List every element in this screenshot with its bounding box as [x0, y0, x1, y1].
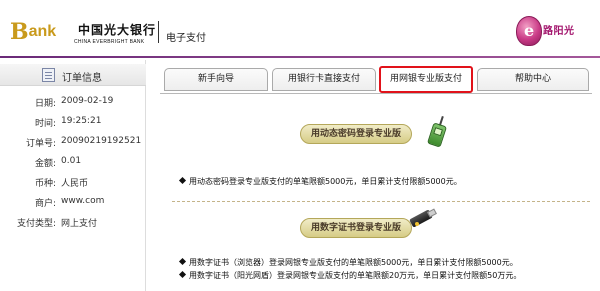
tab-bank-card-direct-pay[interactable]: 用银行卡直接支付 [272, 68, 376, 91]
order-payment-type-row: 支付类型: 网上支付 [0, 212, 146, 232]
order-date-value: 2009-02-19 [61, 96, 114, 106]
digital-certificate-login-label: 用数字证书登录专业版 [300, 218, 412, 238]
brand-text: 路阳光 [543, 26, 575, 37]
bullet-icon [178, 176, 187, 185]
header-divider [158, 21, 159, 43]
bank-logo: Bank [10, 19, 57, 45]
certificate-usbkey-limit-note: 用数字证书（阳光网盾）登录网银专业版支付的单笔限额20万元，单日累计支付限额50… [178, 270, 522, 281]
header-underline [0, 56, 600, 58]
page-header: Bank 中国光大银行 CHINA EVERBRIGHT BANK 电子支付 路… [0, 0, 600, 56]
payment-method-tabs: 新手向导 用银行卡直接支付 用网银专业版支付 帮助中心 [160, 66, 592, 94]
order-date-row: 日期: 2009-02-19 [0, 92, 146, 112]
sunshine-brand-logo: 路阳光 [516, 16, 586, 48]
bullet-icon [178, 270, 187, 279]
order-date-label: 日期: [34, 99, 56, 109]
bank-name-chinese: 中国光大银行 [78, 23, 157, 37]
order-info-header: 订单信息 [0, 64, 146, 86]
dynamic-password-login-label: 用动态密码登录专业版 [300, 124, 412, 144]
tab-ebank-pro-pay[interactable]: 用网银专业版支付 [379, 66, 473, 93]
dynamic-password-limit-note: 用动态密码登录专业版支付的单笔限额5000元，单日累计支付限额5000元。 [178, 176, 462, 187]
order-number-value: 20090219192521 [61, 136, 142, 146]
brand-seal-icon [516, 16, 542, 46]
order-info-title: 订单信息 [62, 73, 102, 84]
page-title: 电子支付 [166, 33, 206, 44]
order-amount-value: 0.01 [61, 156, 82, 166]
certificate-usbkey-limit-text: 用数字证书（阳光网盾）登录网银专业版支付的单笔限额20万元，单日累计支付限额50… [189, 271, 522, 280]
content-divider [172, 201, 590, 202]
order-number-label: 订单号: [25, 139, 56, 149]
order-merchant-label: 商户: [34, 199, 56, 209]
order-currency-row: 币种: 人民币 [0, 172, 146, 192]
order-merchant-value: www.com [61, 196, 105, 206]
order-time-row: 时间: 19:25:21 [0, 112, 146, 132]
bank-logo-ank: ank [28, 23, 57, 40]
bank-name-english: CHINA EVERBRIGHT BANK [74, 39, 145, 45]
dynamic-password-limit-text: 用动态密码登录专业版支付的单笔限额5000元，单日累计支付限额5000元。 [189, 177, 462, 186]
mobile-phone-icon [424, 115, 450, 148]
certificate-browser-limit-text: 用数字证书（浏览器）登录网银专业版支付的单笔限额5000元，单日累计支付限额50… [189, 258, 518, 267]
tabs-baseline [160, 93, 592, 94]
order-payment-type-label: 支付类型: [16, 219, 56, 229]
order-payment-type-value: 网上支付 [61, 219, 98, 229]
order-amount-row: 金额: 0.01 [0, 152, 146, 172]
document-list-icon [42, 68, 55, 82]
certificate-browser-limit-note: 用数字证书（浏览器）登录网银专业版支付的单笔限额5000元，单日累计支付限额50… [178, 257, 518, 268]
order-number-row: 订单号: 20090219192521 [0, 132, 146, 152]
bullet-icon [178, 257, 187, 266]
order-time-value: 19:25:21 [61, 116, 102, 126]
order-merchant-row: 商户: www.com [0, 192, 146, 212]
order-time-label: 时间: [34, 119, 56, 129]
usb-key-icon [408, 208, 438, 230]
tab-help-center[interactable]: 帮助中心 [477, 68, 589, 91]
order-currency-value: 人民币 [61, 179, 89, 189]
order-info-sidebar: 订单信息 日期: 2009-02-19 时间: 19:25:21 订单号: 20… [0, 60, 146, 291]
tab-beginner-guide[interactable]: 新手向导 [164, 68, 268, 91]
order-amount-label: 金额: [34, 159, 56, 169]
order-currency-label: 币种: [34, 179, 56, 189]
bank-logo-b: B [10, 19, 29, 45]
dynamic-password-login-button[interactable]: 用动态密码登录专业版 [300, 120, 440, 148]
